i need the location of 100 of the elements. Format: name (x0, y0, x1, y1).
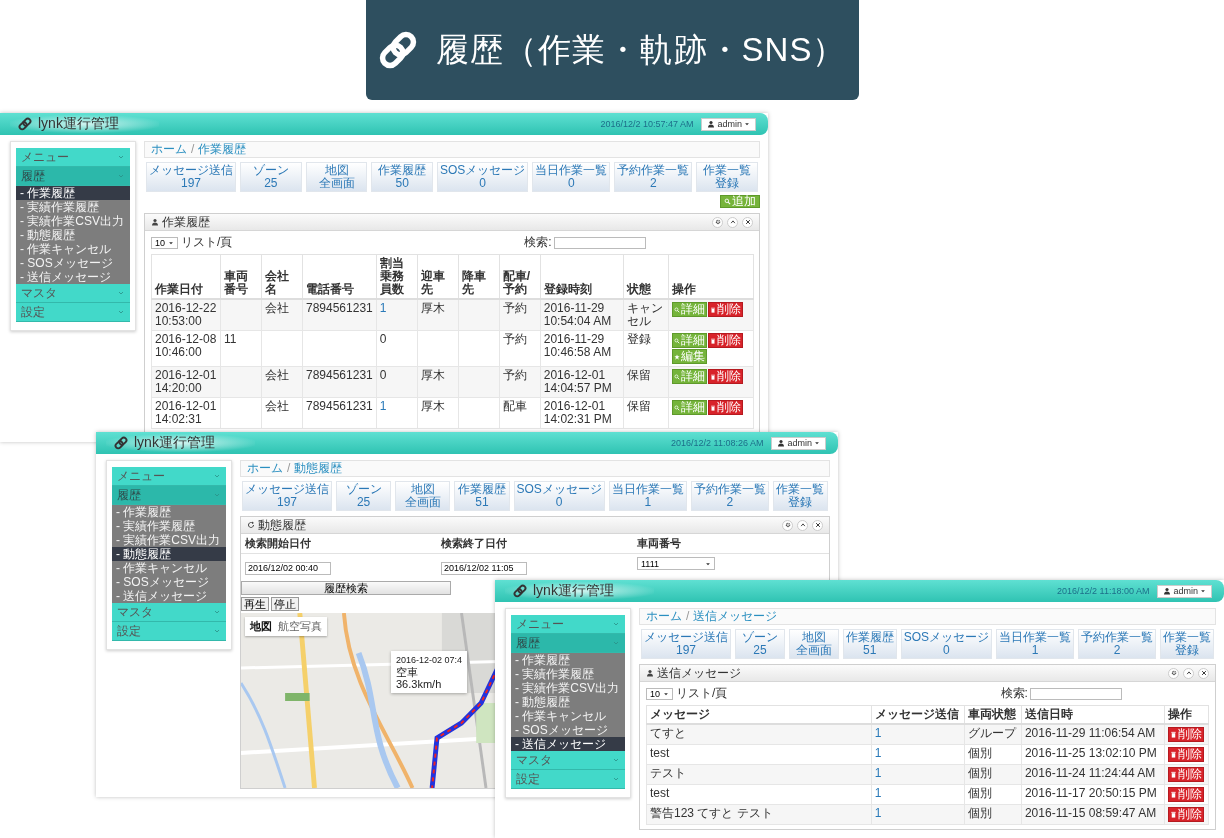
sidebar-item[interactable]: マスタ (16, 284, 130, 303)
search-field[interactable] (1029, 687, 1122, 700)
sidebar-subitem[interactable]: - 実績作業CSV出力 (511, 681, 625, 695)
delete-button[interactable]: 削除 (707, 400, 743, 415)
sidebar-subitem[interactable]: - 実績作業CSV出力 (16, 214, 130, 228)
stat-tile[interactable]: 当日作業一覧 1 (996, 629, 1074, 659)
sidebar-item[interactable]: メニュー (511, 615, 625, 634)
sidebar-subitem[interactable]: - 実績作業履歴 (16, 200, 130, 214)
stat-tile[interactable]: メッセージ送信 197 (242, 481, 332, 511)
collapse-button[interactable] (727, 216, 738, 228)
delete-button[interactable]: 削除 (707, 302, 743, 317)
settings-button[interactable] (1168, 667, 1179, 679)
map-type-tab[interactable]: 航空写真 (276, 619, 324, 634)
vehicle-select[interactable]: 1111 (637, 557, 715, 570)
stat-tile[interactable]: 地図 全画面 (395, 481, 451, 511)
count-link[interactable]: 1 (874, 806, 882, 820)
count-link[interactable]: 1 (874, 746, 882, 760)
sidebar-subitem[interactable]: - 実績作業履歴 (112, 519, 226, 533)
date-field[interactable]: 2016/12/02 00:40 (245, 561, 331, 575)
settings-button[interactable] (712, 216, 723, 228)
add-button[interactable]: 追加 (720, 195, 760, 208)
sidebar-subitem[interactable]: - 動態履歴 (112, 547, 226, 561)
stat-tile[interactable]: 地図 全画面 (305, 162, 368, 192)
sidebar-subitem[interactable]: - 作業キャンセル (16, 242, 130, 256)
sidebar-subitem[interactable]: - SOSメッセージ (511, 723, 625, 737)
user-menu-button[interactable]: admin (771, 436, 826, 450)
delete-button[interactable]: 削除 (1167, 787, 1204, 802)
sidebar-subitem[interactable]: - 送信メッセージ (112, 589, 226, 603)
settings-button[interactable] (782, 519, 793, 531)
date-field[interactable]: 2016/12/02 11:05 (441, 561, 527, 575)
collapse-button[interactable] (1183, 667, 1194, 679)
stat-tile[interactable]: 作業一覧 登録 (772, 481, 829, 511)
delete-button[interactable]: 削除 (707, 369, 743, 384)
page-size-select[interactable]: 10 (151, 236, 178, 249)
edit-button[interactable]: 編集 (671, 349, 707, 364)
stat-tile[interactable]: ゾーン 25 (240, 162, 302, 192)
stat-tile[interactable]: メッセージ送信 197 (146, 162, 236, 192)
playback-button[interactable]: 停止 (271, 597, 299, 611)
stat-tile[interactable]: SOSメッセージ 0 (437, 162, 529, 192)
breadcrumb-link[interactable]: ホーム (151, 143, 187, 156)
breadcrumb-link[interactable]: ホーム (247, 462, 283, 475)
stat-tile[interactable]: ゾーン 25 (735, 629, 785, 659)
stat-tile[interactable]: 当日作業一覧 0 (532, 162, 611, 192)
stat-tile[interactable]: 作業一覧 登録 (1160, 629, 1214, 659)
search-history-button[interactable]: 履歴検索 (241, 581, 451, 595)
delete-button[interactable]: 削除 (1167, 807, 1204, 822)
sidebar-subitem[interactable]: - 作業履歴 (112, 505, 226, 519)
stat-tile[interactable]: 作業履歴 50 (371, 162, 433, 192)
detail-button[interactable]: 詳細 (671, 302, 707, 317)
sidebar-subitem[interactable]: - 送信メッセージ (16, 270, 130, 284)
delete-button[interactable]: 削除 (707, 333, 743, 348)
collapse-button[interactable] (797, 519, 808, 531)
map-type-tab[interactable]: 地図 (248, 619, 274, 634)
stat-tile[interactable]: 予約作業一覧 2 (614, 162, 693, 192)
count-link[interactable]: 1 (379, 301, 387, 315)
stat-tile[interactable]: メッセージ送信 197 (641, 629, 731, 659)
sidebar-item[interactable]: 設定 (511, 770, 625, 789)
page-size-select[interactable]: 10 (646, 687, 673, 700)
sidebar-subitem[interactable]: - 動態履歴 (511, 695, 625, 709)
sidebar-item[interactable]: メニュー (112, 467, 226, 486)
detail-button[interactable]: 詳細 (671, 400, 707, 415)
sidebar-item[interactable]: 設定 (112, 622, 226, 641)
delete-button[interactable]: 削除 (1167, 747, 1204, 762)
close-button[interactable] (742, 216, 753, 228)
sidebar-subitem[interactable]: - 送信メッセージ (511, 737, 625, 751)
count-link[interactable]: 1 (874, 786, 882, 800)
sidebar-subitem[interactable]: - 実績作業CSV出力 (112, 533, 226, 547)
stat-tile[interactable]: ゾーン 25 (336, 481, 392, 511)
sidebar-item[interactable]: 履歴 (112, 486, 226, 505)
stat-tile[interactable]: 作業一覧 登録 (696, 162, 759, 192)
close-button[interactable] (1198, 667, 1209, 679)
sidebar-subitem[interactable]: - 作業履歴 (16, 186, 130, 200)
user-menu-button[interactable]: admin (1157, 584, 1212, 598)
detail-button[interactable]: 詳細 (671, 369, 707, 384)
stat-tile[interactable]: SOSメッセージ 0 (513, 481, 605, 511)
stat-tile[interactable]: 作業履歴 51 (454, 481, 510, 511)
delete-button[interactable]: 削除 (1167, 727, 1204, 742)
sidebar-subitem[interactable]: - 作業キャンセル (112, 561, 226, 575)
delete-button[interactable]: 削除 (1167, 767, 1204, 782)
detail-button[interactable]: 詳細 (671, 333, 707, 348)
sidebar-item[interactable]: マスタ (112, 603, 226, 622)
sidebar-item[interactable]: 設定 (16, 303, 130, 322)
stat-tile[interactable]: SOSメッセージ 0 (900, 629, 992, 659)
sidebar-item[interactable]: 履歴 (16, 167, 130, 186)
breadcrumb-link[interactable]: ホーム (646, 610, 682, 623)
stat-tile[interactable]: 地図 全画面 (788, 629, 839, 659)
close-button[interactable] (812, 519, 823, 531)
sidebar-subitem[interactable]: - 実績作業履歴 (511, 667, 625, 681)
stat-tile[interactable]: 予約作業一覧 2 (1078, 629, 1156, 659)
count-link[interactable]: 1 (874, 726, 882, 740)
count-link[interactable]: 1 (379, 399, 387, 413)
sidebar-item[interactable]: マスタ (511, 751, 625, 770)
user-menu-button[interactable]: admin (701, 117, 756, 131)
sidebar-item[interactable]: 履歴 (511, 634, 625, 653)
playback-button[interactable]: 再生 (241, 597, 269, 611)
sidebar-subitem[interactable]: - SOSメッセージ (16, 256, 130, 270)
stat-tile[interactable]: 作業履歴 51 (842, 629, 897, 659)
sidebar-item[interactable]: メニュー (16, 148, 130, 167)
sidebar-subitem[interactable]: - SOSメッセージ (112, 575, 226, 589)
sidebar-subitem[interactable]: - 動態履歴 (16, 228, 130, 242)
